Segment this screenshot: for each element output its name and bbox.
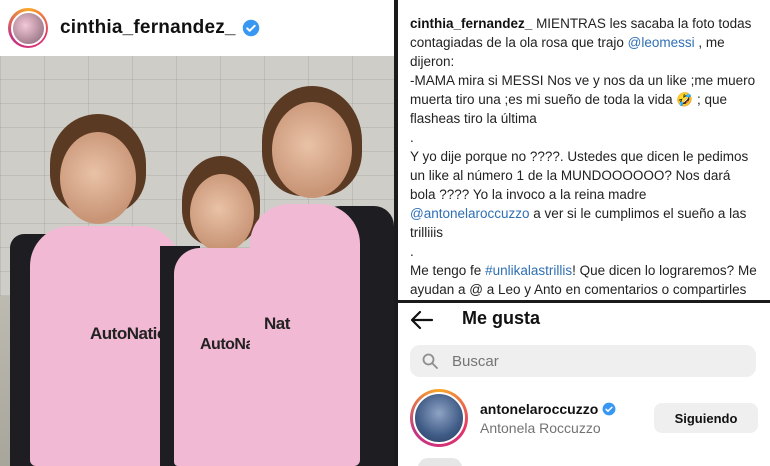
caption-dot: .: [410, 244, 414, 259]
next-list-item-avatar: [418, 458, 462, 466]
caption-paragraph-2: -MAMA mira si MESSI Nos ve y nos da un l…: [410, 73, 756, 126]
photo-girl-right: Nat: [250, 86, 394, 466]
likes-header: Me gusta: [398, 303, 770, 337]
username-line: antonelaroccuzzo: [480, 401, 616, 417]
user-username[interactable]: antonelaroccuzzo: [480, 401, 598, 417]
list-item[interactable]: antonelaroccuzzo Antonela Roccuzzo Sigui…: [410, 389, 762, 447]
caption-text: Me tengo fe: [410, 263, 482, 278]
likes-panel: Me gusta antonelaroccuzzo Antonela Roccu…: [398, 303, 770, 466]
user-info: antonelaroccuzzo Antonela Roccuzzo: [480, 401, 616, 436]
post-author-username[interactable]: cinthia_fernandez_: [60, 17, 236, 39]
user-fullname: Antonela Roccuzzo: [480, 419, 601, 436]
avatar-image: [413, 392, 465, 444]
caption-dot: .: [410, 130, 414, 145]
verified-badge-icon: [602, 402, 616, 415]
search-bar[interactable]: [410, 345, 756, 377]
mention-antonelaroccuzzo[interactable]: @antonelaroccuzzo: [410, 206, 530, 221]
caption-paragraph-3: Y yo dije porque no ????. Ustedes que di…: [410, 147, 758, 242]
jersey-text-right: Nat: [264, 314, 290, 333]
search-input[interactable]: [452, 352, 732, 370]
avatar-image: [10, 10, 46, 46]
user-avatar[interactable]: [410, 389, 468, 447]
post-panel: cinthia_fernandez_ AutoNatio AutoNation: [0, 0, 394, 466]
verified-badge-icon: [242, 19, 259, 37]
post-header: cinthia_fernandez_: [0, 0, 394, 56]
caption-text: Y yo dije porque no ????. Ustedes que di…: [410, 149, 749, 202]
search-icon: [422, 353, 438, 369]
caption-username[interactable]: cinthia_fernandez_: [410, 16, 532, 31]
following-button[interactable]: Siguiendo: [654, 403, 758, 433]
post-photo[interactable]: AutoNatio AutoNation Nat: [0, 56, 394, 466]
likes-title: Me gusta: [462, 308, 541, 328]
post-author-avatar[interactable]: [8, 8, 48, 48]
back-arrow-icon[interactable]: [410, 309, 434, 331]
mention-leomessi[interactable]: @leomessi: [628, 35, 695, 50]
caption-paragraph-1: cinthia_fernandez_ MIENTRAS les sacaba l…: [410, 14, 758, 71]
caption-panel: cinthia_fernandez_ MIENTRAS les sacaba l…: [398, 0, 770, 316]
hashtag-link[interactable]: #unlikalastrillis: [485, 263, 572, 278]
photo-girl-left: AutoNatio: [0, 114, 180, 466]
